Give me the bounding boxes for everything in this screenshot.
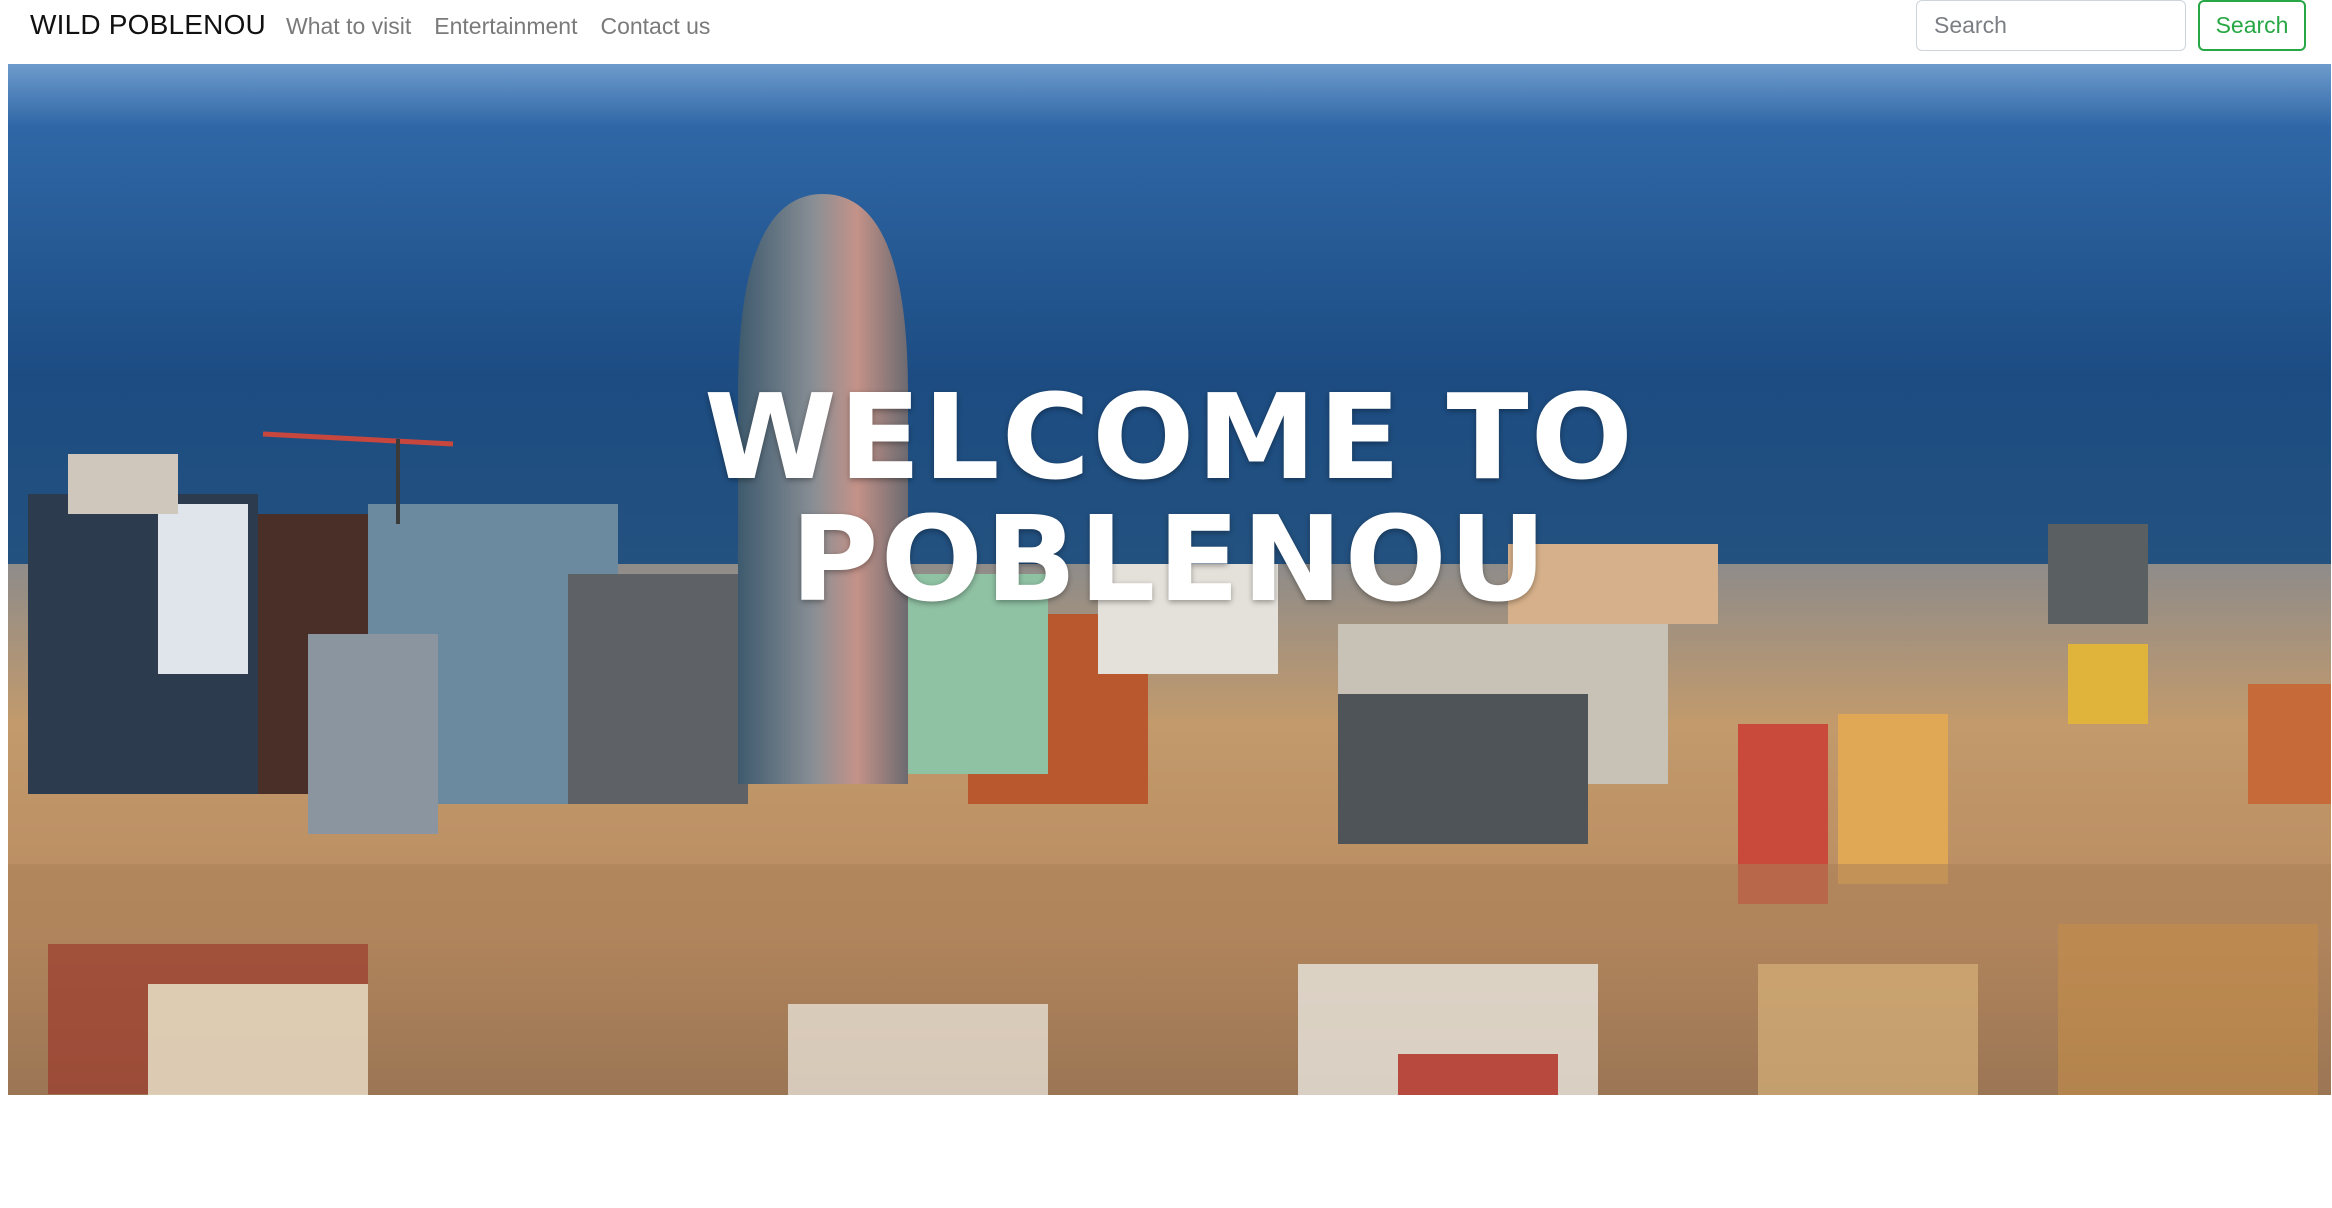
hero-title-line-1: WELCOME TO [703,368,1636,507]
hero-banner: WELCOME TO POBLENOU [8,64,2331,1095]
brand-logo[interactable]: WILD POBLENOU [30,8,266,42]
search-button[interactable]: Search [2198,0,2306,51]
hero-title-line-2: POBLENOU [790,490,1549,629]
nav-link-entertainment[interactable]: Entertainment [434,10,577,42]
nav-link-contact-us[interactable]: Contact us [600,10,710,42]
nav-link-what-to-visit[interactable]: What to visit [286,10,411,42]
top-navbar: WILD POBLENOU What to visit Entertainmen… [0,0,2332,64]
hero-title: WELCOME TO POBLENOU [8,376,2331,620]
search-input[interactable] [1916,0,2186,51]
nav-links: What to visit Entertainment Contact us [286,10,733,42]
